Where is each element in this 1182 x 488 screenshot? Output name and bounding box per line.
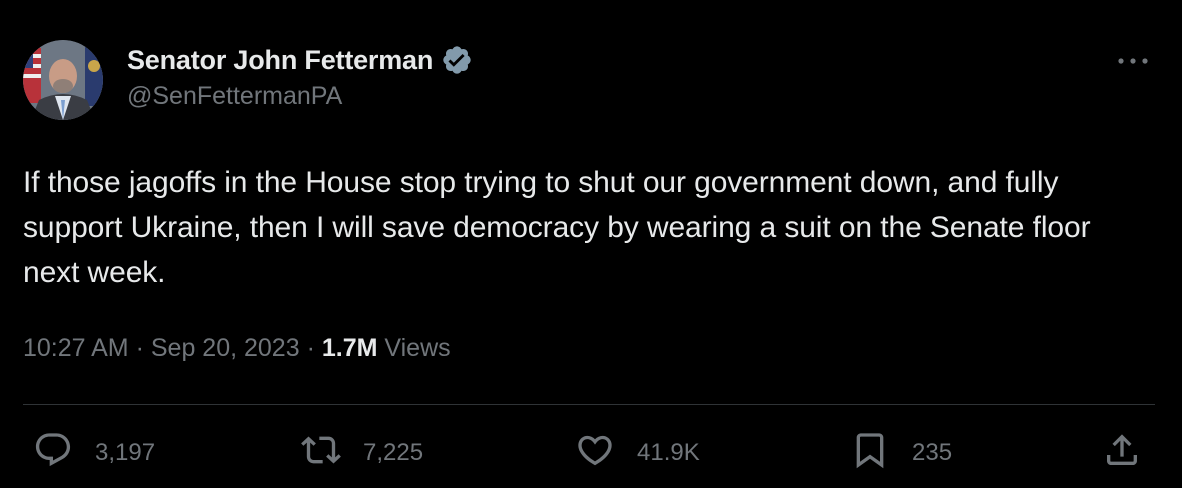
bookmark-button[interactable]: 235 xyxy=(850,428,952,478)
meta-separator: · xyxy=(306,334,315,362)
avatar[interactable] xyxy=(23,40,103,120)
tweet-card: Senator John Fetterman @SenFettermanPA I… xyxy=(0,0,1182,488)
share-icon[interactable] xyxy=(1102,430,1142,477)
reply-icon[interactable] xyxy=(33,430,73,477)
retweet-button[interactable]: 7,225 xyxy=(301,428,423,478)
author-display-name[interactable]: Senator John Fetterman xyxy=(127,45,433,76)
meta-separator: · xyxy=(135,334,144,362)
tweet-meta: 10:27 AM · Sep 20, 2023 · 1.7M Views xyxy=(23,334,451,363)
divider xyxy=(23,404,1155,405)
reply-button[interactable]: 3,197 xyxy=(33,428,155,478)
verified-badge-icon[interactable] xyxy=(441,44,473,76)
author-block: Senator John Fetterman @SenFettermanPA xyxy=(127,42,473,111)
more-options-icon[interactable] xyxy=(1116,54,1150,68)
author-name-row: Senator John Fetterman xyxy=(127,42,473,78)
heart-icon[interactable] xyxy=(575,430,615,477)
bookmark-count: 235 xyxy=(912,439,953,466)
retweet-icon[interactable] xyxy=(301,430,341,477)
author-handle[interactable]: @SenFettermanPA xyxy=(127,82,473,111)
reply-count: 3,197 xyxy=(95,439,156,466)
action-bar: 3,197 7,225 41.9K 235 xyxy=(0,428,1182,478)
tweet-text: If those jagoffs in the House stop tryin… xyxy=(23,166,1091,289)
views-label[interactable]: Views xyxy=(384,334,450,362)
views-count[interactable]: 1.7M xyxy=(322,334,378,362)
share-button[interactable] xyxy=(1102,428,1142,478)
tweet-date[interactable]: Sep 20, 2023 xyxy=(151,334,300,362)
tweet-time[interactable]: 10:27 AM xyxy=(23,334,129,362)
retweet-count: 7,225 xyxy=(363,439,424,466)
like-button[interactable]: 41.9K xyxy=(575,428,700,478)
avatar-image xyxy=(23,40,103,120)
bookmark-icon[interactable] xyxy=(850,430,890,477)
like-count: 41.9K xyxy=(637,439,700,466)
